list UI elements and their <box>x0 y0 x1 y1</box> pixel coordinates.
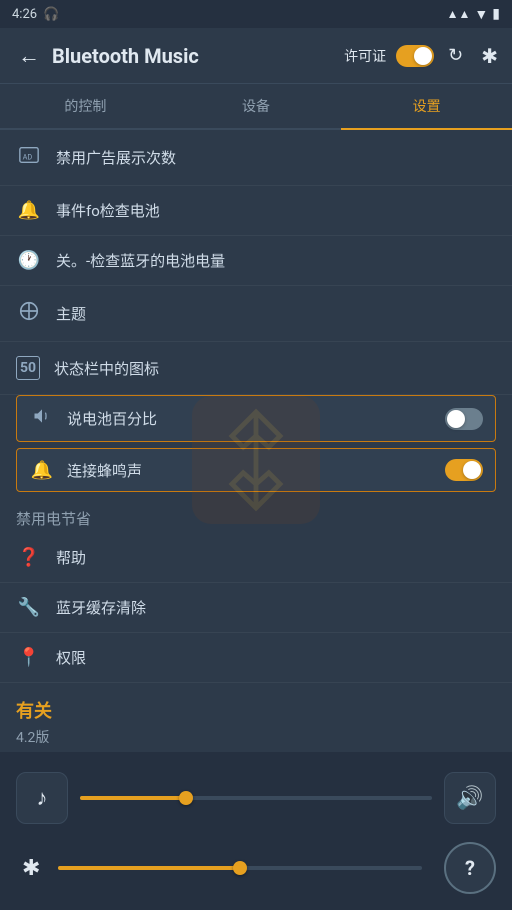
tab-settings[interactable]: 设置 <box>341 84 512 128</box>
theme-icon <box>16 300 42 327</box>
battery-percent-label: 说电池百分比 <box>67 408 433 429</box>
page-title: Bluetooth Music <box>52 44 344 68</box>
connect-beep-label: 连接蜂鸣声 <box>67 460 433 481</box>
theme-label: 主题 <box>56 303 496 324</box>
music-volume-fill <box>80 796 186 800</box>
music-volume-slider[interactable] <box>80 796 432 800</box>
bell-connect-icon: 🔔 <box>29 460 55 481</box>
help-label: 帮助 <box>56 547 496 568</box>
bt-cache-label: 蓝牙缓存清除 <box>56 597 496 618</box>
disable-ads-label: 禁用广告展示次数 <box>56 147 496 168</box>
bell-icon: 🔔 <box>16 200 42 221</box>
check-bt-battery-label: 关。-检查蓝牙的电池电量 <box>56 250 496 271</box>
help-icon: ❓ <box>16 547 42 568</box>
settings-battery-event[interactable]: 🔔 事件fo检查电池 <box>0 186 512 236</box>
signal-icon: ▲▲ <box>447 7 471 21</box>
music-volume-row: ♪ 🔊 <box>16 772 496 824</box>
music-note-icon: ♪ <box>37 785 48 811</box>
volume-button[interactable]: 🔊 <box>444 772 496 824</box>
tab-controls[interactable]: 的控制 <box>0 84 171 128</box>
bt-volume-fill <box>58 866 240 870</box>
bt-volume-thumb[interactable] <box>233 861 247 875</box>
bluetooth-small-icon: ✱ <box>22 856 40 881</box>
wrench-icon: 🔧 <box>16 597 42 618</box>
settings-permissions[interactable]: 📍 权限 <box>0 633 512 683</box>
back-button[interactable]: ← <box>10 35 48 77</box>
battery-percent-toggle[interactable] <box>445 408 483 430</box>
svg-text:AD: AD <box>23 153 33 162</box>
help-circle-icon: ? <box>465 856 475 880</box>
tab-devices[interactable]: 设备 <box>171 84 342 128</box>
tab-bar: 的控制 设备 设置 <box>0 84 512 130</box>
battery-icon: ▮ <box>492 6 500 22</box>
status-time: 4:26 <box>12 7 37 22</box>
help-circle-button[interactable]: ? <box>444 842 496 894</box>
settings-disable-ads[interactable]: AD 禁用广告展示次数 <box>0 130 512 186</box>
connect-beep-toggle[interactable] <box>445 459 483 481</box>
refresh-icon[interactable]: ↻ <box>444 41 467 70</box>
status-icon-label: 状态栏中的图标 <box>54 358 496 379</box>
bottom-controls-area: ♪ 🔊 ✱ ? <box>0 752 512 910</box>
disabled-section-label: 禁用电节省 <box>0 498 512 533</box>
bluetooth-header-icon[interactable]: ✱ <box>477 40 502 72</box>
music-volume-thumb[interactable] <box>179 791 193 805</box>
settings-help[interactable]: ❓ 帮助 <box>0 533 512 583</box>
header-actions: 许可证 ↻ ✱ <box>344 40 502 72</box>
status-bar-icon: 50 <box>16 356 40 380</box>
settings-bt-cache[interactable]: 🔧 蓝牙缓存清除 <box>0 583 512 633</box>
ads-icon: AD <box>16 144 42 171</box>
speaker-icon <box>29 406 55 431</box>
music-note-button[interactable]: ♪ <box>16 772 68 824</box>
about-version: 4.2版 <box>16 727 496 747</box>
permissions-label: 权限 <box>56 647 496 668</box>
about-title: 有关 <box>16 697 496 723</box>
location-icon: 📍 <box>16 647 42 668</box>
settings-status-icon[interactable]: 50 状态栏中的图标 <box>0 342 512 395</box>
bt-volume-slider[interactable] <box>58 866 422 870</box>
wifi-icon: ▼ <box>474 6 488 23</box>
settings-theme[interactable]: 主题 <box>0 286 512 342</box>
volume-icon: 🔊 <box>456 786 483 811</box>
toggle-row-battery-percent[interactable]: 说电池百分比 <box>16 395 496 442</box>
permission-toggle[interactable] <box>396 45 434 67</box>
headphone-icon: 🎧 <box>43 7 59 22</box>
toggle-row-connect-beep[interactable]: 🔔 连接蜂鸣声 <box>16 448 496 492</box>
bt-volume-row: ✱ ? <box>16 842 496 894</box>
settings-list: AD 禁用广告展示次数 🔔 事件fo检查电池 🕐 关。-检查蓝牙的电池电量 主题… <box>0 130 512 683</box>
clock-icon: 🕐 <box>16 250 42 271</box>
permission-label: 许可证 <box>344 46 386 66</box>
status-bar: 4:26 🎧 ▲▲ ▼ ▮ <box>0 0 512 28</box>
app-header: ← Bluetooth Music 许可证 ↻ ✱ <box>0 28 512 84</box>
settings-check-bt-battery[interactable]: 🕐 关。-检查蓝牙的电池电量 <box>0 236 512 286</box>
battery-event-label: 事件fo检查电池 <box>56 200 496 221</box>
